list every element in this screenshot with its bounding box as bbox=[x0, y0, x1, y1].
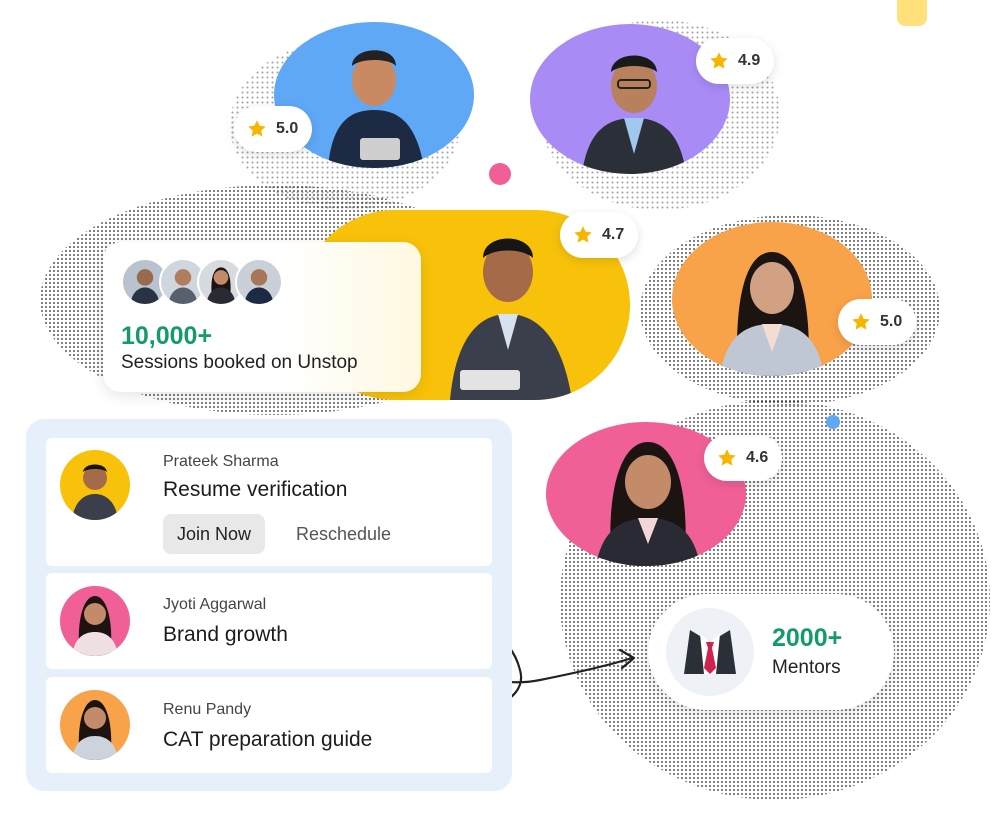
session-title: Brand growth bbox=[163, 623, 288, 646]
reschedule-button[interactable]: Reschedule bbox=[296, 514, 391, 554]
session-title: CAT preparation guide bbox=[163, 728, 373, 751]
sessions-booked-card: 10,000+ Sessions booked on Unstop bbox=[103, 242, 421, 392]
avatar bbox=[60, 450, 130, 520]
rating-value: 4.7 bbox=[602, 226, 625, 243]
join-now-button[interactable]: Join Now bbox=[163, 514, 266, 554]
mentors-count-card: 2000+ Mentors bbox=[648, 594, 894, 710]
rating-value: 4.9 bbox=[738, 52, 761, 69]
rating-badge: 4.9 bbox=[696, 38, 775, 84]
mentor-avatar-stack bbox=[121, 258, 283, 308]
mentor-name: Jyoti Aggarwal bbox=[163, 596, 267, 613]
session-card: Jyoti Aggarwal Brand growth bbox=[46, 573, 492, 669]
mentor-avatar bbox=[672, 222, 872, 376]
mentors-count: 2000+ bbox=[772, 624, 843, 652]
star-icon bbox=[574, 226, 592, 243]
rating-badge: 4.6 bbox=[704, 435, 783, 481]
session-title: Resume verification bbox=[163, 478, 348, 501]
rating-value: 5.0 bbox=[880, 313, 903, 330]
session-card: Renu Pandy CAT preparation guide bbox=[46, 677, 492, 773]
avatar bbox=[60, 690, 130, 760]
session-card: Prateek Sharma Resume verification Join … bbox=[46, 438, 492, 566]
star-icon bbox=[710, 52, 728, 69]
rating-badge: 5.0 bbox=[838, 299, 917, 345]
mentor-name: Renu Pandy bbox=[163, 701, 252, 718]
pink-dot bbox=[489, 163, 511, 185]
sessions-caption: Sessions booked on Unstop bbox=[121, 352, 358, 373]
blue-dot bbox=[826, 415, 840, 429]
avatar bbox=[235, 258, 283, 306]
avatar bbox=[60, 586, 130, 656]
rating-value: 5.0 bbox=[276, 120, 299, 137]
sessions-count: 10,000+ bbox=[121, 322, 213, 350]
suit-tie-icon bbox=[666, 608, 754, 696]
rating-badge: 4.7 bbox=[560, 212, 639, 258]
sessions-list-panel: Prateek Sharma Resume verification Join … bbox=[26, 419, 512, 791]
star-icon bbox=[852, 313, 870, 330]
rating-badge: 5.0 bbox=[234, 106, 313, 152]
star-icon bbox=[718, 449, 736, 466]
yellow-square bbox=[897, 0, 927, 26]
rating-value: 4.6 bbox=[746, 449, 769, 466]
mentor-name: Prateek Sharma bbox=[163, 453, 279, 470]
person-silhouette-icon bbox=[720, 252, 824, 376]
star-icon bbox=[248, 120, 266, 137]
mentors-label: Mentors bbox=[772, 657, 841, 678]
